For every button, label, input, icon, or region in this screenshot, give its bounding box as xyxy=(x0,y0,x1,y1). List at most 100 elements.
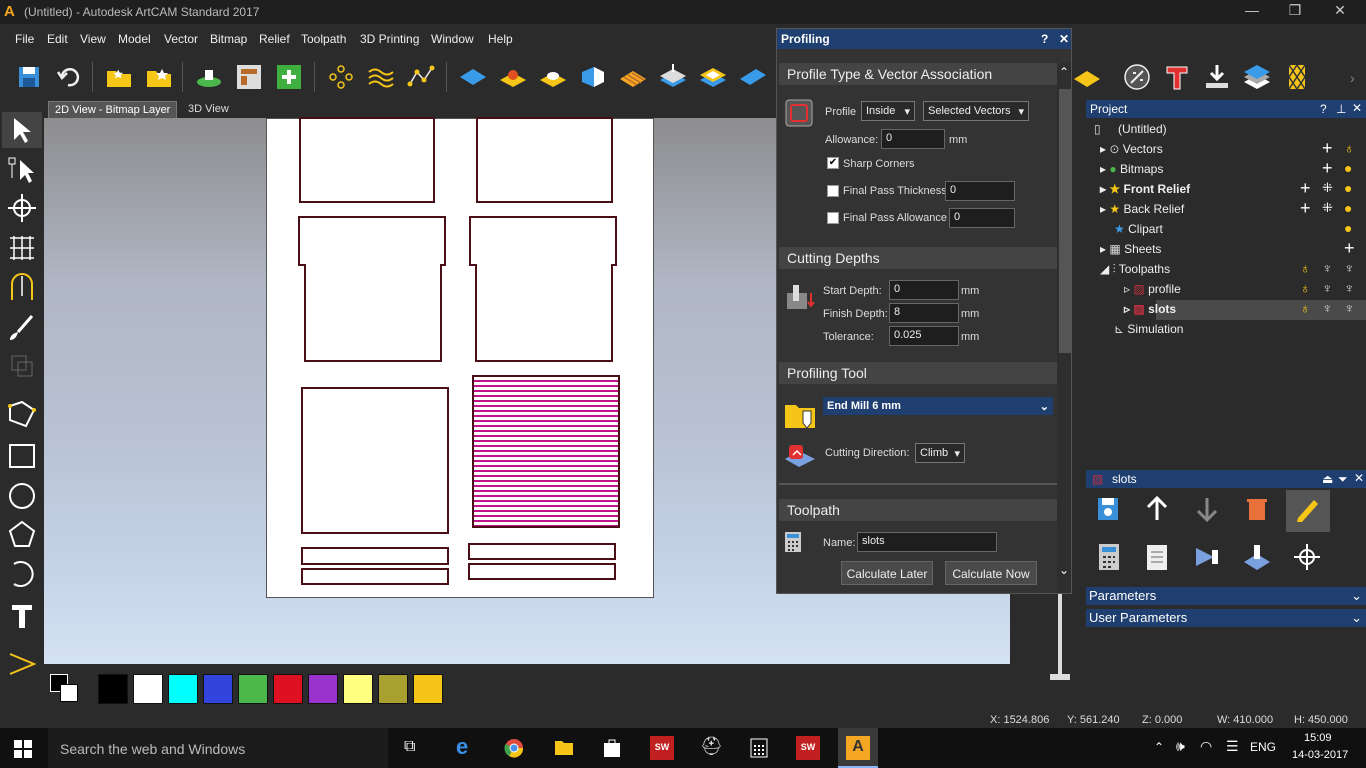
zoom-slider[interactable] xyxy=(1058,594,1062,678)
measure-icon[interactable] xyxy=(6,272,38,304)
close-button[interactable]: ✕ xyxy=(1320,2,1360,22)
final-pass-allowance-checkbox[interactable] xyxy=(827,212,839,224)
menu-vector[interactable]: Vector xyxy=(164,32,198,46)
simulate-icon[interactable] xyxy=(1192,542,1222,572)
dome-relief-icon[interactable] xyxy=(498,62,528,92)
final-pass-allowance-input[interactable]: 0 xyxy=(949,208,1015,228)
color-swatch[interactable] xyxy=(168,674,198,704)
expand-icon[interactable]: ▸ xyxy=(1100,162,1106,176)
scroll-down-icon[interactable]: ⌄ xyxy=(1059,563,1069,577)
scroll-up-icon[interactable]: ⌃ xyxy=(1059,65,1069,79)
rectangle-icon[interactable] xyxy=(6,440,38,472)
move-up-icon[interactable] xyxy=(1142,494,1172,524)
cutting-direction-select[interactable]: Climb ▾ xyxy=(915,443,965,463)
download-icon[interactable] xyxy=(1202,62,1232,92)
close-icon[interactable]: ✕ xyxy=(1352,101,1362,115)
chrome-icon[interactable] xyxy=(504,738,524,758)
polygon-icon[interactable] xyxy=(6,518,38,550)
tree-item-clipart[interactable]: ★ Clipart xyxy=(1114,222,1163,236)
bulb-outline-icon[interactable]: ♁ xyxy=(1344,140,1355,156)
bulb-outline-icon[interactable]: ♁ xyxy=(1300,260,1311,276)
tree-item-profile[interactable]: ▹ ▨ profile xyxy=(1124,282,1181,296)
text-icon[interactable] xyxy=(6,600,38,632)
part-vector[interactable] xyxy=(476,117,613,203)
expand-icon[interactable]: ▹ xyxy=(1124,302,1130,316)
blue-plane-icon[interactable] xyxy=(738,62,768,92)
color-swatch[interactable] xyxy=(308,674,338,704)
final-pass-thickness-checkbox[interactable] xyxy=(827,185,839,197)
expand-icon[interactable]: ▸ xyxy=(1100,202,1106,216)
offset-layer-icon[interactable] xyxy=(658,62,688,92)
part-vector[interactable] xyxy=(299,117,435,203)
finish-depth-input[interactable]: 8 xyxy=(889,303,959,323)
expand-icon[interactable]: ▸ xyxy=(1100,182,1106,196)
file-explorer-icon[interactable] xyxy=(554,738,574,756)
volume-icon[interactable]: 🕪 xyxy=(1176,738,1185,755)
circle-icon[interactable] xyxy=(6,480,38,512)
extrude-relief-icon[interactable] xyxy=(578,62,608,92)
part-vector[interactable] xyxy=(468,215,618,365)
menu-toolpath[interactable]: Toolpath xyxy=(301,32,346,46)
clock-time[interactable]: 15:09 xyxy=(1304,732,1332,744)
tree-item-sheets[interactable]: ▸ ▦ Sheets xyxy=(1100,242,1161,256)
node-points-icon[interactable] xyxy=(326,62,356,92)
tolerance-input[interactable]: 0.025 xyxy=(889,326,959,346)
menu-file[interactable]: File xyxy=(15,32,34,46)
brush-icon[interactable] xyxy=(6,312,38,344)
expand-icon[interactable]: ▸ xyxy=(1100,142,1106,156)
tree-item-simulation[interactable]: ⊾ Simulation xyxy=(1114,322,1183,336)
menu-3d-printing[interactable]: 3D Printing xyxy=(360,32,419,46)
edit-pencil-icon[interactable] xyxy=(1292,494,1322,524)
polyline-icon[interactable] xyxy=(406,62,436,92)
part-vector[interactable] xyxy=(301,547,449,565)
tab-3d-view[interactable]: 3D View xyxy=(182,101,235,118)
color-swatch[interactable] xyxy=(413,674,443,704)
add-icon[interactable]: + xyxy=(1344,238,1355,259)
text-tool-icon[interactable] xyxy=(1162,62,1192,92)
windows-start-icon[interactable] xyxy=(14,740,32,758)
add-green-icon[interactable] xyxy=(274,62,304,92)
tooth-icon[interactable]: ♆ xyxy=(1322,260,1333,276)
tree-item-slots[interactable]: ▹ ▨ slots xyxy=(1124,302,1176,316)
relief-layers-icon[interactable] xyxy=(698,62,728,92)
polyline-draw-icon[interactable] xyxy=(6,398,38,430)
help-button[interactable]: ? xyxy=(1041,32,1048,46)
move-down-icon[interactable] xyxy=(1192,494,1222,524)
pin-icon[interactable]: ⏏ xyxy=(1322,472,1333,486)
profile-side-select[interactable]: Inside ▾ xyxy=(861,101,915,121)
stacked-layers-icon[interactable] xyxy=(1242,62,1272,92)
color-swatch[interactable] xyxy=(98,674,128,704)
parameters-accordion[interactable]: Parameters ⌄ xyxy=(1086,587,1366,605)
machine-icon[interactable] xyxy=(1242,542,1272,572)
sharp-corners-checkbox[interactable]: ✔ xyxy=(827,157,839,169)
delete-bin-icon[interactable] xyxy=(1242,494,1272,524)
part-vector[interactable] xyxy=(301,387,449,534)
panel-scroll-thumb[interactable] xyxy=(1059,89,1071,353)
add-icon[interactable]: + xyxy=(1300,178,1311,199)
language-indicator[interactable]: ENG xyxy=(1250,740,1276,754)
menu-model[interactable]: Model xyxy=(118,32,151,46)
part-vector[interactable] xyxy=(301,568,449,585)
bulb-icon[interactable]: ● xyxy=(1344,160,1352,176)
tooth-icon[interactable]: ♆ xyxy=(1344,280,1355,296)
helmet-app-icon[interactable]: ⛑ xyxy=(700,736,723,757)
calculator-app-icon[interactable] xyxy=(750,738,768,758)
help-icon[interactable]: ? xyxy=(1320,102,1327,116)
notepad-icon[interactable] xyxy=(1142,542,1172,572)
part-vector[interactable] xyxy=(468,543,616,560)
menu-edit[interactable]: Edit xyxy=(47,32,68,46)
menu-help[interactable]: Help xyxy=(488,32,513,46)
store-icon[interactable] xyxy=(602,738,622,758)
expand-icon[interactable]: ▹ xyxy=(1124,282,1130,296)
solidworks-2-icon[interactable]: SW xyxy=(796,736,820,760)
panel-close-button[interactable]: ✕ xyxy=(1059,32,1069,46)
menu-window[interactable]: Window xyxy=(431,32,474,46)
slots-toolpath-preview[interactable] xyxy=(472,375,620,528)
expand-icon[interactable]: ▸ xyxy=(1100,242,1106,256)
bulb-outline-icon[interactable]: ♁ xyxy=(1300,280,1311,296)
save-icon[interactable] xyxy=(14,62,44,92)
tray-chevron-icon[interactable]: ⌃ xyxy=(1154,740,1164,754)
calculate-later-button[interactable]: Calculate Later xyxy=(841,561,933,585)
allowance-input[interactable]: 0 xyxy=(881,129,945,149)
notifications-icon[interactable]: ☰ xyxy=(1226,738,1239,755)
